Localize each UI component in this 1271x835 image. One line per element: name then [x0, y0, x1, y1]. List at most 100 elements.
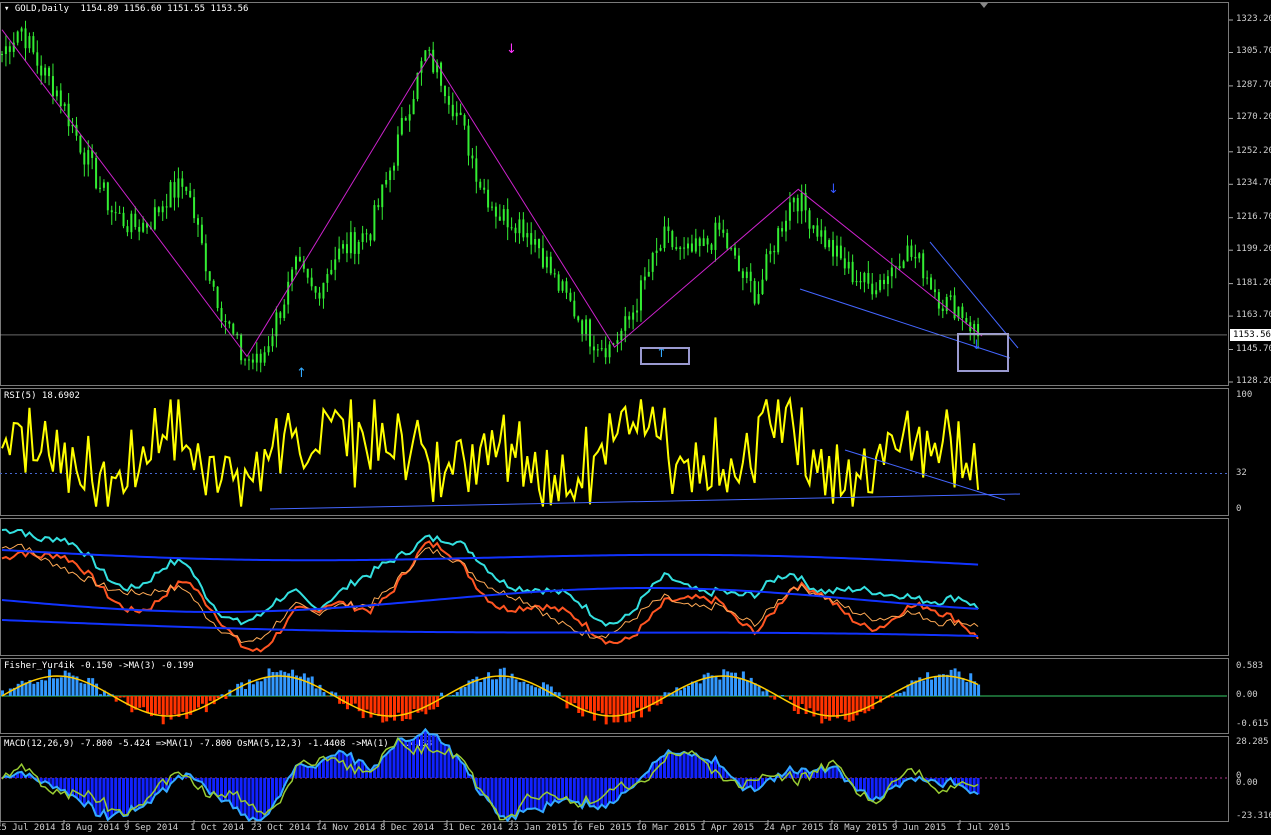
candle-body — [581, 320, 584, 335]
fisher-bar — [514, 679, 518, 696]
candle-body — [549, 256, 552, 274]
candle-body — [447, 96, 450, 105]
fisher-bar — [385, 696, 389, 722]
candle-body — [51, 76, 54, 97]
fisher-bar — [832, 696, 836, 717]
candle-body — [690, 243, 693, 252]
price-axis-label: 1252.20 — [1236, 145, 1271, 156]
price-axis-label: 1234.70 — [1236, 178, 1271, 189]
fisher-bar — [161, 696, 165, 725]
candle-body — [898, 266, 901, 269]
fisher-bar — [91, 678, 95, 696]
candle-body — [734, 247, 737, 256]
fisher-bar — [240, 682, 244, 696]
candle-body — [318, 292, 321, 299]
candle-body — [208, 271, 211, 281]
fisher-bar — [734, 672, 738, 696]
candle-body — [8, 46, 11, 52]
candle-body — [349, 232, 352, 254]
candle-body — [839, 245, 842, 259]
candle-body — [393, 165, 395, 171]
fisher-bar — [79, 682, 83, 696]
fisher-bar — [138, 696, 142, 708]
fisher-bar — [961, 678, 965, 696]
candle-body — [295, 256, 297, 270]
fisher-bar — [957, 671, 961, 696]
candle-body — [114, 212, 117, 214]
fisher-bar — [875, 696, 879, 699]
candle-body — [706, 238, 709, 245]
candle-body — [773, 250, 776, 253]
candle-body — [530, 233, 533, 245]
fisher-bar — [816, 696, 820, 711]
candle-body — [800, 192, 803, 212]
fisher-bar — [941, 674, 945, 696]
fisher-bar — [208, 696, 212, 701]
candle-body — [918, 253, 921, 259]
fisher-bar — [322, 692, 326, 696]
candle-body — [675, 247, 678, 249]
fisher-bar — [718, 679, 722, 696]
candle-body — [373, 205, 376, 241]
candle-body — [753, 281, 756, 304]
rsi-axis-label: 32 — [1236, 467, 1247, 478]
candle-body — [224, 320, 227, 322]
fisher-bar — [353, 696, 357, 704]
date-axis-label: 8 Dec 2014 — [380, 823, 435, 833]
fisher-bar — [977, 684, 981, 696]
candle-body — [863, 273, 866, 283]
candle-body — [663, 226, 666, 249]
fisher-bar — [847, 696, 851, 722]
macd-axis-label: 0.00 — [1236, 778, 1258, 788]
candle-body — [287, 281, 290, 305]
fisher-bar — [706, 672, 710, 696]
candle-body — [193, 197, 196, 219]
fisher-bar — [577, 696, 581, 713]
candle-body — [36, 52, 39, 66]
candle-body — [886, 276, 889, 285]
candle-body — [722, 229, 725, 233]
candle-body — [83, 152, 86, 165]
fisher-bar — [200, 696, 204, 704]
candle-body — [726, 232, 729, 249]
candle-body — [620, 330, 623, 341]
fisher-bar — [40, 679, 44, 696]
candle-body — [79, 135, 82, 153]
candle-body — [67, 103, 70, 127]
fisher-bar — [839, 696, 843, 714]
candle-body — [263, 352, 266, 363]
fisher-bar — [279, 670, 283, 696]
fisher-bar — [302, 673, 306, 696]
date-axis-label: 9 Jun 2015 — [892, 823, 947, 833]
fisher-bar — [396, 696, 400, 713]
fisher-bar — [142, 696, 146, 708]
candle-body — [926, 277, 929, 279]
candle-body — [428, 49, 431, 51]
candle-body — [702, 238, 705, 247]
candle-body — [491, 206, 493, 208]
candle-body — [608, 344, 611, 358]
fisher-bar — [714, 676, 718, 696]
fisher-bar — [894, 693, 898, 696]
candle-body — [310, 277, 313, 287]
candle-body — [130, 213, 133, 233]
fisher-bar — [20, 680, 24, 696]
fisher-bar — [902, 691, 906, 696]
candle-body — [933, 289, 936, 293]
shift-marker-icon — [980, 3, 988, 8]
candle-body — [369, 234, 372, 241]
candle-body — [298, 256, 301, 262]
fisher-bar — [608, 696, 612, 715]
candle-body — [275, 312, 278, 337]
candle-body — [106, 182, 109, 211]
fisher-bar — [146, 696, 150, 714]
fisher-bar — [483, 677, 487, 696]
fisher-bar — [722, 669, 726, 696]
candle-body — [314, 286, 317, 293]
candle-body — [267, 346, 270, 353]
fisher-bar — [737, 677, 741, 696]
fisher-bar — [965, 682, 969, 696]
candle-body — [24, 28, 27, 49]
candle-body — [745, 271, 748, 278]
candle-body — [553, 273, 556, 275]
